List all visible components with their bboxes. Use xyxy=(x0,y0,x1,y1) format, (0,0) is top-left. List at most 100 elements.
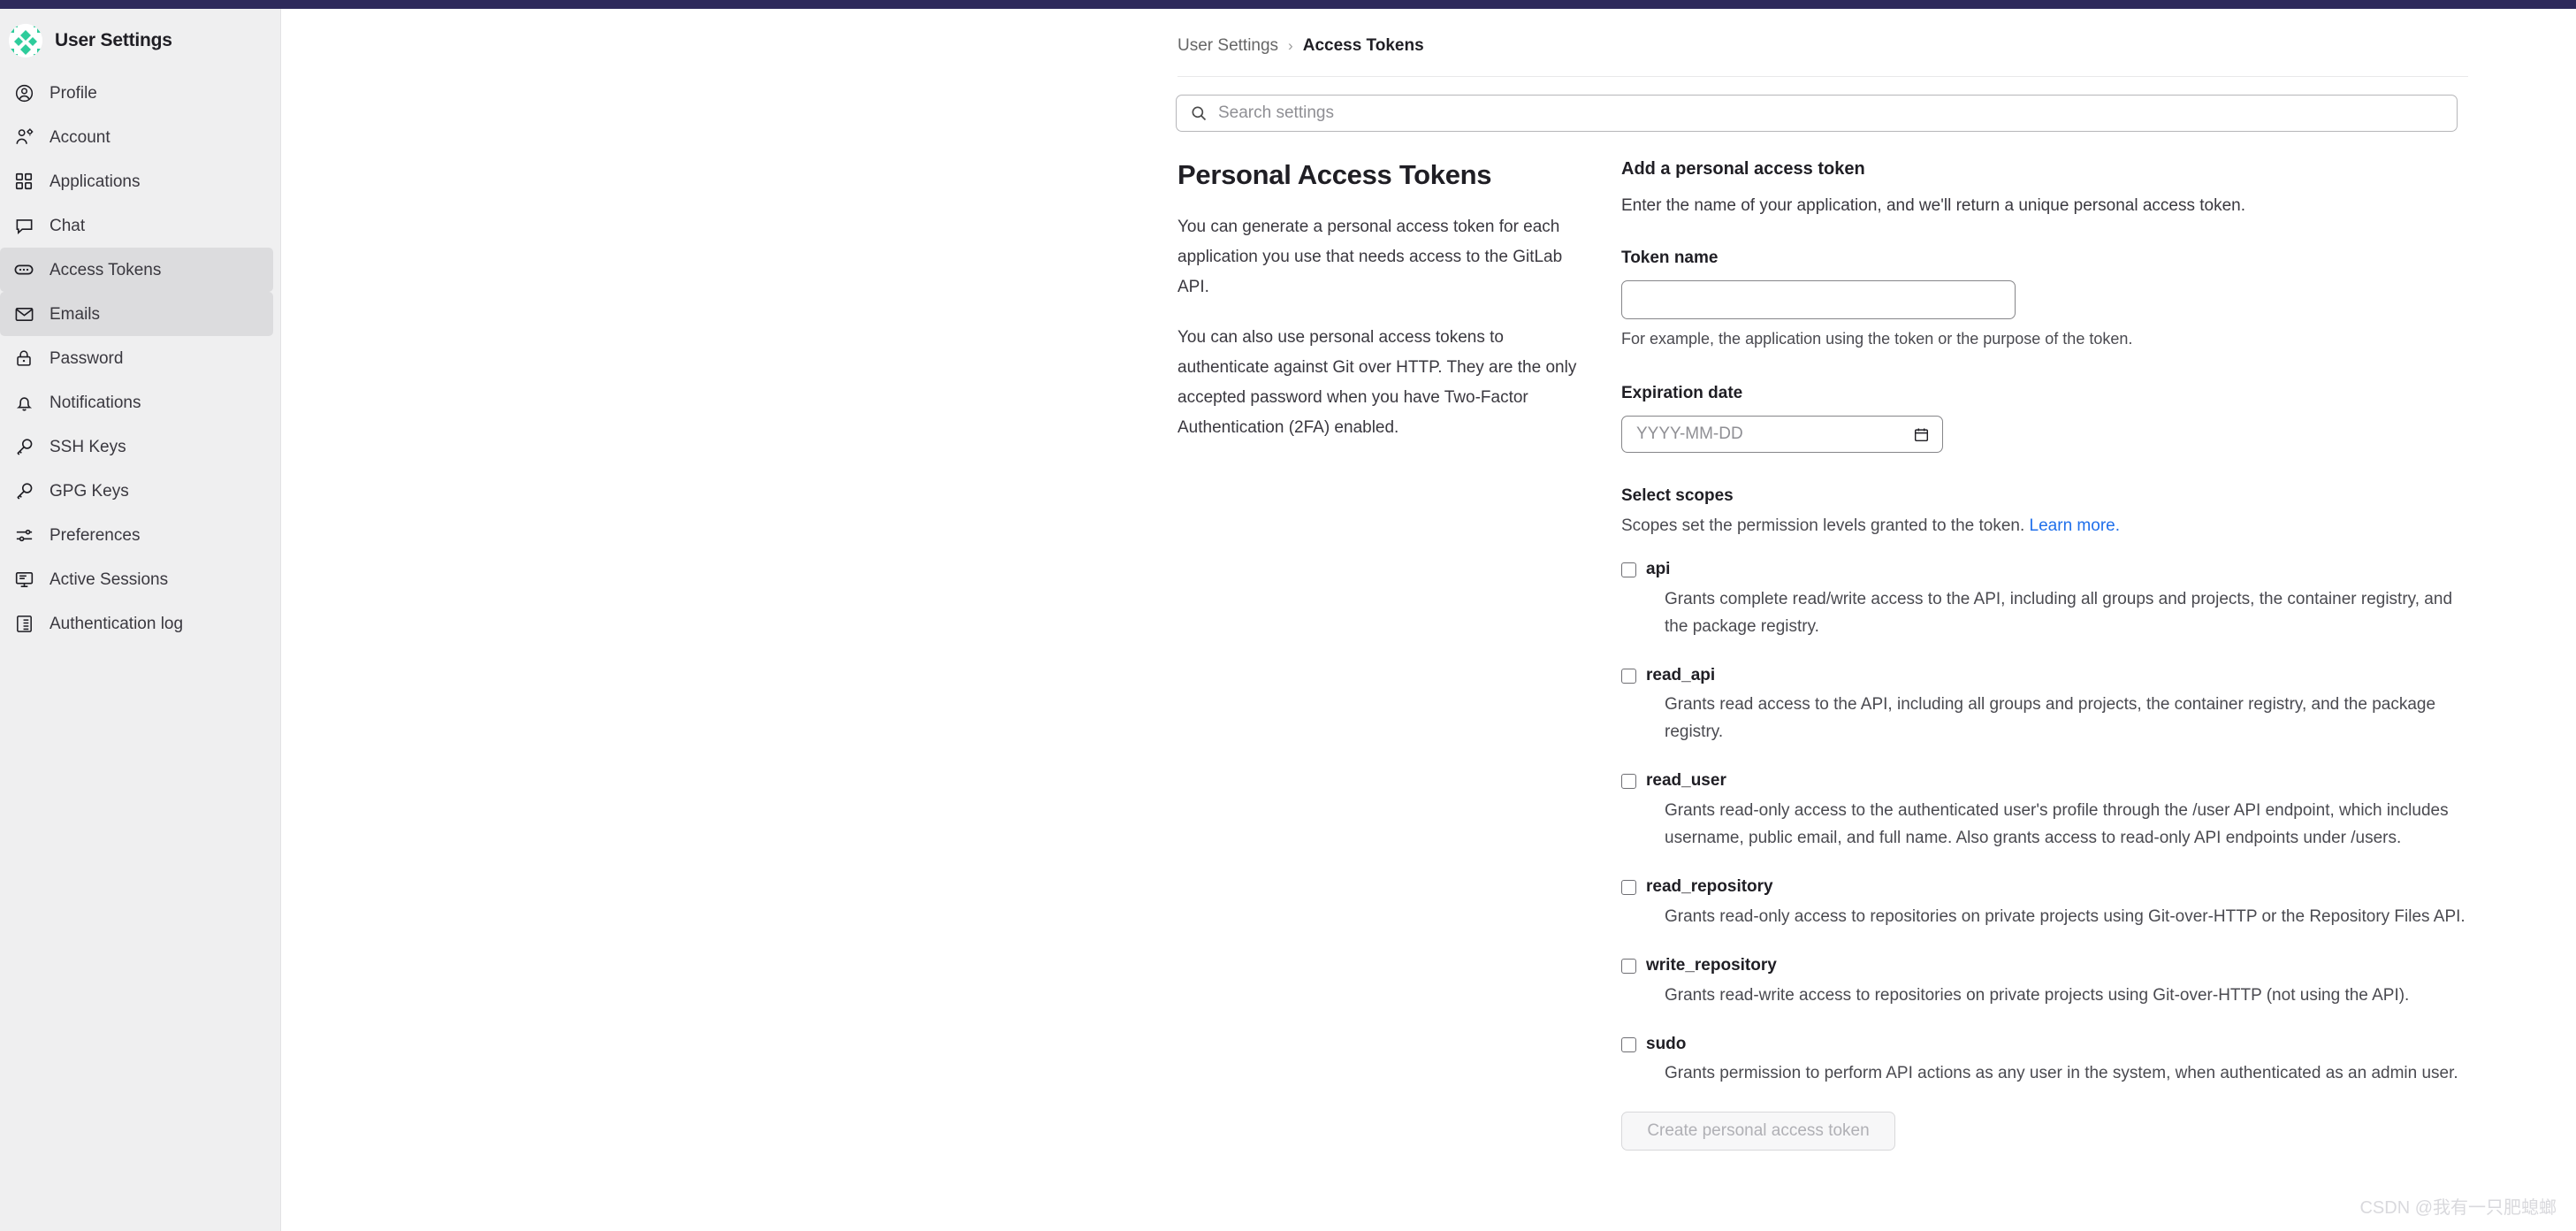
scope-item-sudo: sudo Grants permission to perform API ac… xyxy=(1621,1034,2488,1089)
sidebar-item-password[interactable]: Password xyxy=(0,336,273,380)
chat-bubble-icon xyxy=(12,214,35,237)
sidebar-item-preferences[interactable]: Preferences xyxy=(0,513,273,557)
sidebar-item-profile[interactable]: Profile xyxy=(0,71,273,115)
scope-item-read-api: read_api Grants read access to the API, … xyxy=(1621,665,2488,747)
user-circle-icon xyxy=(12,81,35,104)
sidebar-item-chat[interactable]: Chat xyxy=(0,203,273,248)
sidebar-item-active-sessions[interactable]: Active Sessions xyxy=(0,557,273,601)
envelope-icon xyxy=(12,302,35,325)
sidebar-item-label: Preferences xyxy=(50,525,141,545)
identicon-avatar xyxy=(9,24,42,57)
scope-description: Grants read-only access to repositories … xyxy=(1665,906,2465,926)
sidebar-item-label: Profile xyxy=(50,83,97,103)
key-icon xyxy=(12,479,35,502)
sidebar-item-label: Chat xyxy=(50,216,86,235)
top-navigation-bar xyxy=(0,0,2576,9)
scope-checkbox-read-user[interactable] xyxy=(1621,774,1636,790)
learn-more-link[interactable]: Learn more. xyxy=(2030,516,2120,535)
breadcrumb: User Settings › Access Tokens xyxy=(282,9,2576,64)
sidebar-item-ssh-keys[interactable]: SSH Keys xyxy=(0,424,273,469)
token-oval-icon xyxy=(12,258,35,281)
sidebar-item-label: Applications xyxy=(50,172,141,191)
grid-apps-icon xyxy=(12,170,35,193)
key-icon xyxy=(12,435,35,458)
search-icon xyxy=(1190,104,1208,122)
sidebar-item-authentication-log[interactable]: Authentication log xyxy=(0,601,273,646)
sidebar-item-label: Authentication log xyxy=(50,614,184,633)
scope-checkbox-api[interactable] xyxy=(1621,562,1636,577)
select-scopes-subtitle: Scopes set the permission levels granted… xyxy=(1621,516,2488,536)
sliders-icon xyxy=(12,524,35,547)
breadcrumb-parent[interactable]: User Settings xyxy=(1177,36,1278,56)
form-heading: Add a personal access token xyxy=(1621,159,1865,179)
sidebar-item-label: Password xyxy=(50,348,124,368)
scope-description: Grants complete read/write access to the… xyxy=(1665,589,2453,636)
intro-paragraph-2: You can also use personal access tokens … xyxy=(1177,328,1577,437)
main-content: User Settings › Access Tokens Search set… xyxy=(282,9,2576,1231)
calendar-icon[interactable] xyxy=(1913,426,1930,443)
expiration-date-placeholder: YYYY-MM-DD xyxy=(1636,424,1743,443)
monitor-icon xyxy=(12,568,35,591)
sidebar-item-notifications[interactable]: Notifications xyxy=(0,380,273,424)
scope-checkbox-read-repository[interactable] xyxy=(1621,880,1636,896)
token-name-input[interactable] xyxy=(1621,280,2016,319)
sidebar-item-label: GPG Keys xyxy=(50,481,129,501)
sidebar-item-label: Access Tokens xyxy=(50,260,162,279)
scope-description: Grants read access to the API, including… xyxy=(1665,695,2436,742)
breadcrumb-current: Access Tokens xyxy=(1302,36,1424,55)
page-title: Personal Access Tokens xyxy=(1177,159,1492,190)
scope-description: Grants read-write access to repositories… xyxy=(1665,985,2410,1005)
sidebar-item-access-tokens[interactable]: Access Tokens xyxy=(0,248,273,292)
sidebar-header: User Settings xyxy=(0,16,280,65)
sidebar-item-account[interactable]: Account xyxy=(0,115,273,159)
scope-item-read-user: read_user Grants read-only access to the… xyxy=(1621,770,2488,853)
app-root: User Settings Profile Account Applicatio… xyxy=(0,0,2576,1231)
token-name-label: Token name xyxy=(1621,248,1719,267)
search-settings-field[interactable]: Search settings xyxy=(1176,95,2458,132)
header-divider xyxy=(1177,76,2468,77)
scope-item-read-repository: read_repository Grants read-only access … xyxy=(1621,876,2488,931)
scope-item-api: api Grants complete read/write access to… xyxy=(1621,559,2488,641)
scope-name: read_api xyxy=(1646,665,1716,684)
scope-checkbox-sudo[interactable] xyxy=(1621,1036,1636,1052)
sidebar-item-label: Notifications xyxy=(50,393,141,412)
watermark: CSDN @我有一只肥螅螂 xyxy=(2359,1198,2557,1218)
intro-paragraph-1: You can generate a personal access token… xyxy=(1177,218,1563,296)
scope-name: api xyxy=(1646,560,1671,578)
intro-column: Personal Access Tokens You can generate … xyxy=(1177,159,1580,464)
sidebar-title: User Settings xyxy=(55,30,172,50)
settings-sidebar: User Settings Profile Account Applicatio… xyxy=(0,9,281,1231)
scope-checkbox-read-api[interactable] xyxy=(1621,668,1636,684)
select-scopes-title: Select scopes xyxy=(1621,486,1734,505)
scope-description: Grants read-only access to the authentic… xyxy=(1665,801,2449,848)
search-input[interactable]: Search settings xyxy=(1176,95,2458,132)
add-token-form: Add a personal access token Enter the na… xyxy=(1621,159,2488,1151)
scopes-sub-text: Scopes set the permission levels granted… xyxy=(1621,516,2025,535)
token-name-help: For example, the application using the t… xyxy=(1621,330,2133,348)
sidebar-item-applications[interactable]: Applications xyxy=(0,159,273,203)
sidebar-item-gpg-keys[interactable]: GPG Keys xyxy=(0,469,273,513)
sidebar-nav: Profile Account Applications Chat Access… xyxy=(0,71,280,646)
search-placeholder: Search settings xyxy=(1218,103,1334,122)
form-subheading: Enter the name of your application, and … xyxy=(1621,196,2245,215)
scope-item-write-repository: write_repository Grants read-write acces… xyxy=(1621,955,2488,1010)
lock-icon xyxy=(12,347,35,370)
create-personal-access-token-button[interactable]: Create personal access token xyxy=(1621,1112,1895,1151)
expiration-date-label: Expiration date xyxy=(1621,384,1743,402)
scope-name: sudo xyxy=(1646,1034,1687,1053)
sidebar-item-label: SSH Keys xyxy=(50,437,126,456)
breadcrumb-separator-icon: › xyxy=(1288,37,1293,54)
bell-icon xyxy=(12,391,35,414)
scope-name: read_repository xyxy=(1646,877,1773,897)
scope-description: Grants permission to perform API actions… xyxy=(1665,1064,2458,1083)
scope-checkbox-write-repository[interactable] xyxy=(1621,958,1636,974)
scope-name: write_repository xyxy=(1646,955,1777,975)
expiration-date-input[interactable]: YYYY-MM-DD xyxy=(1621,416,1943,453)
user-gear-icon xyxy=(12,126,35,149)
list-doc-icon xyxy=(12,612,35,635)
sidebar-item-label: Active Sessions xyxy=(50,570,169,589)
sidebar-item-label: Account xyxy=(50,127,111,147)
sidebar-item-emails[interactable]: Emails xyxy=(0,292,273,336)
scope-name: read_user xyxy=(1646,771,1726,791)
sidebar-item-label: Emails xyxy=(50,304,101,324)
